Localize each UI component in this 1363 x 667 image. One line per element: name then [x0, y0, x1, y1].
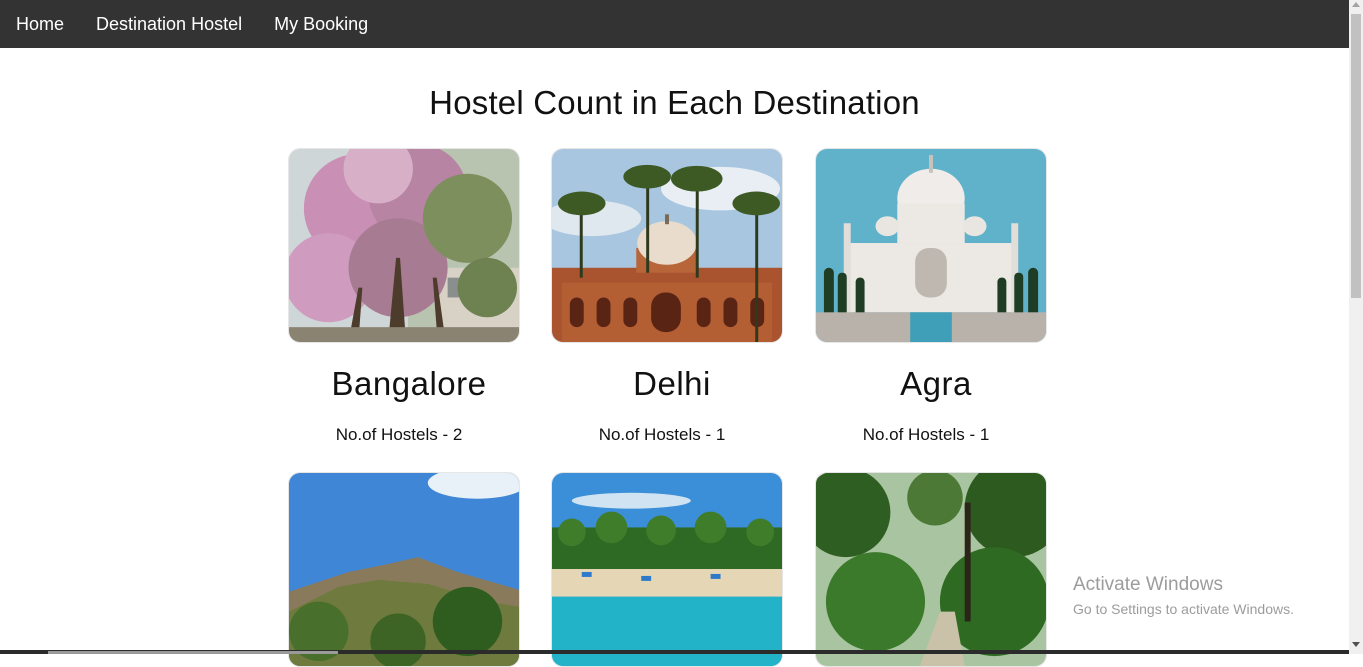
vertical-scrollbar[interactable] [1349, 0, 1363, 654]
mountain-hill-photo[interactable] [288, 472, 520, 667]
taj-mahal-photo[interactable] [815, 148, 1047, 343]
nav-destination-hostel-link[interactable]: Destination Hostel [80, 0, 258, 48]
beach-photo[interactable] [551, 472, 783, 667]
destination-card-mountain[interactable] [288, 472, 520, 667]
horizontal-scrollbar[interactable] [0, 650, 1349, 654]
scroll-up-arrow-icon[interactable] [1352, 2, 1360, 7]
hostel-count: No.of Hostels - 2 [278, 425, 520, 445]
destination-name: Delhi [561, 365, 783, 403]
watermark-title: Activate Windows [1073, 574, 1294, 596]
page-title: Hostel Count in Each Destination [0, 84, 1349, 122]
destination-name: Agra [825, 365, 1047, 403]
top-navbar: Home Destination Hostel My Booking [0, 0, 1349, 48]
destination-card-agra[interactable]: Agra No.of Hostels - 1 [815, 148, 1047, 445]
hostel-count: No.of Hostels - 1 [805, 425, 1047, 445]
flowering-tree-photo[interactable] [288, 148, 520, 343]
humayuns-tomb-photo[interactable] [551, 148, 783, 343]
destination-card-delhi[interactable]: Delhi No.of Hostels - 1 [551, 148, 783, 445]
scroll-down-arrow-icon[interactable] [1352, 642, 1360, 647]
destination-card-beach[interactable] [551, 472, 783, 667]
forest-path-photo[interactable] [815, 472, 1047, 667]
destination-name: Bangalore [298, 365, 520, 403]
nav-my-booking-link[interactable]: My Booking [258, 0, 384, 48]
nav-home-link[interactable]: Home [0, 0, 80, 48]
destination-card-forest[interactable] [815, 472, 1047, 667]
activate-windows-watermark: Activate Windows Go to Settings to activ… [1073, 574, 1294, 617]
watermark-subtitle: Go to Settings to activate Windows. [1073, 601, 1294, 617]
hostel-count: No.of Hostels - 1 [541, 425, 783, 445]
scrollbar-thumb[interactable] [1351, 14, 1361, 298]
destination-card-bangalore[interactable]: Bangalore No.of Hostels - 2 [288, 148, 520, 445]
